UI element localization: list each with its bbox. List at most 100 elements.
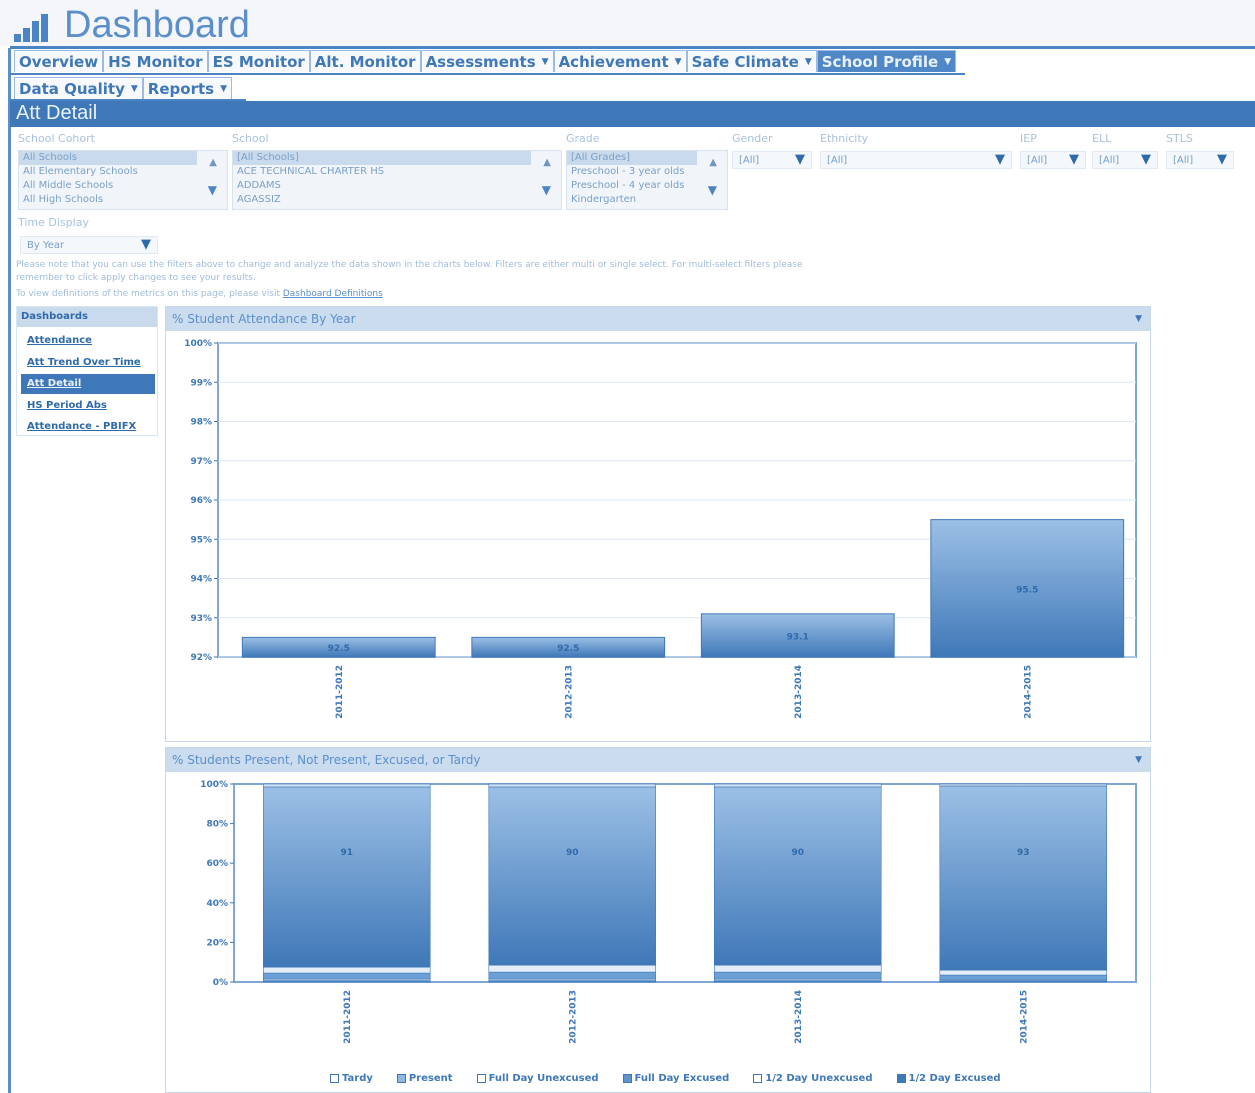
listbox-option[interactable]: Kindergarten: [567, 193, 727, 207]
nav-tab-safe-climate[interactable]: Safe Climate ▼: [686, 50, 817, 72]
dropdown-caret-icon: ▼: [804, 56, 812, 67]
scroll-up-icon[interactable]: ▲: [709, 157, 717, 168]
listbox-option[interactable]: All Middle Schools: [19, 179, 227, 193]
y-tick-label: 20%: [206, 938, 228, 948]
nav-tab-label: Achievement: [558, 52, 669, 71]
nav-tab-es-monitor[interactable]: ES Monitor: [207, 50, 310, 72]
legend-label: 1/2 Day Excused: [908, 1073, 1001, 1084]
sidebar-item-attendance[interactable]: Attendance: [21, 331, 155, 351]
bar-value-label: 95.5: [1016, 585, 1038, 595]
listbox-option[interactable]: All Elementary Schools: [19, 165, 227, 179]
filter-note-line2: remember to click apply changes to see y…: [16, 273, 256, 283]
y-tick-label: 98%: [190, 418, 212, 428]
secondary-nav: Data Quality ▼ Reports ▼: [14, 77, 232, 101]
legend-item-tardy: Tardy: [330, 1073, 373, 1084]
listbox-option[interactable]: ACE TECHNICAL CHARTER HS: [233, 165, 561, 179]
ell-select[interactable]: [All] ▼: [1092, 151, 1158, 169]
scroll-down-icon[interactable]: ▼: [208, 183, 217, 197]
nav-tab-reports[interactable]: Reports ▼: [142, 77, 232, 99]
dropdown-arrow-icon: ▼: [1141, 152, 1151, 167]
definitions-note-text: To view definitions of the metrics on th…: [16, 289, 280, 299]
legend-item-1-2-day-unexcused: 1/2 Day Unexcused: [753, 1073, 873, 1084]
dropdown-arrow-icon: ▼: [995, 152, 1005, 167]
bar-value-label: 90: [791, 848, 804, 858]
time-display-select[interactable]: By Year ▼: [20, 236, 158, 254]
nav-tab-label: Safe Climate: [691, 52, 799, 71]
sidebar-item-att-detail[interactable]: Att Detail: [21, 374, 155, 394]
nav-tab-achievement[interactable]: Achievement ▼: [553, 50, 687, 72]
listbox-option[interactable]: ADDAMS: [233, 179, 561, 193]
time-display-value: By Year: [27, 240, 65, 251]
gender-select[interactable]: [All] ▼: [732, 151, 812, 169]
dropdown-caret-icon: ▼: [944, 56, 952, 67]
legend-swatch: [753, 1074, 763, 1083]
stack-segment-full-day-excused: [263, 972, 431, 980]
legend-label: 1/2 Day Unexcused: [765, 1073, 873, 1084]
nav-tab-data-quality[interactable]: Data Quality ▼: [14, 77, 143, 99]
filter-note-line1: Please note that you can use the filters…: [16, 260, 803, 270]
nav-divider: [10, 73, 965, 75]
ell-label: ELL: [1092, 132, 1112, 145]
dashboard-definitions-link[interactable]: Dashboard Definitions: [283, 289, 383, 299]
stack-segment-full-day-excused: [714, 971, 882, 980]
y-tick-label: 96%: [190, 496, 212, 506]
school-label: School: [232, 132, 269, 145]
school-listbox[interactable]: [All Schools] ACE TECHNICAL CHARTER HS ADD…: [232, 150, 562, 210]
nav-tab-label: HS Monitor: [108, 52, 203, 71]
stls-value: [All]: [1173, 155, 1194, 166]
listbox-option[interactable]: [All Grades]: [567, 151, 697, 165]
y-tick-label: 80%: [206, 820, 228, 830]
legend-swatch: [330, 1074, 339, 1083]
nav-tab-school-profile[interactable]: School Profile ▼: [816, 50, 957, 72]
legend-label: Tardy: [342, 1073, 373, 1084]
gender-label: Gender: [732, 132, 773, 145]
listbox-option[interactable]: Preschool - 4 year olds: [567, 179, 727, 193]
x-category-label: 2014-2015: [1023, 665, 1033, 719]
listbox-option[interactable]: [All Schools]: [233, 151, 531, 165]
y-tick-label: 94%: [190, 575, 212, 585]
nav-tab-alt-monitor[interactable]: Alt. Monitor: [309, 50, 421, 72]
scroll-down-icon[interactable]: ▼: [708, 183, 717, 197]
nav-tab-overview[interactable]: Overview: [14, 50, 104, 72]
legend-swatch: [622, 1074, 632, 1083]
listbox-option[interactable]: All High Schools: [19, 193, 227, 207]
sidebar-item-hs-period-abs[interactable]: HS Period Abs: [21, 396, 155, 416]
bar-value-label: 92.5: [328, 644, 350, 654]
sidebar-item-attendance-pbifx[interactable]: Attendance - PBIFX: [21, 417, 155, 437]
time-display-label: Time Display: [18, 216, 89, 229]
iep-select[interactable]: [All] ▼: [1020, 151, 1086, 169]
chart2-header: % Students Present, Not Present, Excused…: [166, 748, 1150, 772]
scroll-down-icon[interactable]: ▼: [542, 183, 551, 197]
chart1-header: % Student Attendance By Year ▼: [166, 307, 1150, 331]
collapse-icon[interactable]: ▼: [1135, 748, 1142, 772]
nav-tab-assessments[interactable]: Assessments ▼: [420, 50, 554, 72]
present-breakdown-chart: 0% 20% 40% 60% 80% 100% 91 2011-2012 90 2012-2013…: [200, 780, 1137, 1044]
dropdown-caret-icon: ▼: [541, 56, 549, 67]
header-divider: [10, 46, 1255, 49]
collapse-icon[interactable]: ▼: [1135, 307, 1142, 331]
x-category-label: 2012-2013: [568, 990, 578, 1044]
dropdown-arrow-icon: ▼: [141, 237, 151, 252]
bar-value-label: 93.1: [787, 632, 809, 642]
stack-segment-full-day-excused: [939, 974, 1107, 981]
app-header: Dashboard: [0, 0, 1255, 46]
bar-value-label: 91: [340, 848, 353, 858]
listbox-option[interactable]: AGASSIZ: [233, 193, 561, 207]
school-cohort-label: School Cohort: [18, 132, 95, 145]
listbox-option[interactable]: Preschool - 3 year olds: [567, 165, 727, 179]
scroll-up-icon[interactable]: ▲: [543, 157, 551, 168]
section-header: Att Detail: [10, 101, 1255, 127]
ethnicity-select[interactable]: [All] ▼: [820, 151, 1012, 169]
legend-label: Full Day Excused: [634, 1073, 730, 1084]
listbox-option[interactable]: All Schools: [19, 151, 197, 165]
ethnicity-label: Ethnicity: [820, 132, 869, 145]
dashboards-panel: Dashboards Attendance Att Trend Over Time…: [16, 306, 158, 436]
school-cohort-listbox[interactable]: All Schools All Elementary Schools All Mid…: [18, 150, 228, 210]
stls-select[interactable]: [All] ▼: [1166, 151, 1234, 169]
nav-tab-label: Data Quality: [19, 79, 125, 98]
nav-tab-hs-monitor[interactable]: HS Monitor: [103, 50, 208, 72]
scroll-up-icon[interactable]: ▲: [209, 157, 217, 168]
grade-listbox[interactable]: [All Grades] Preschool - 3 year olds Presc…: [566, 150, 728, 210]
left-border: [8, 48, 11, 1093]
sidebar-item-att-trend-over-time[interactable]: Att Trend Over Time: [21, 353, 155, 373]
